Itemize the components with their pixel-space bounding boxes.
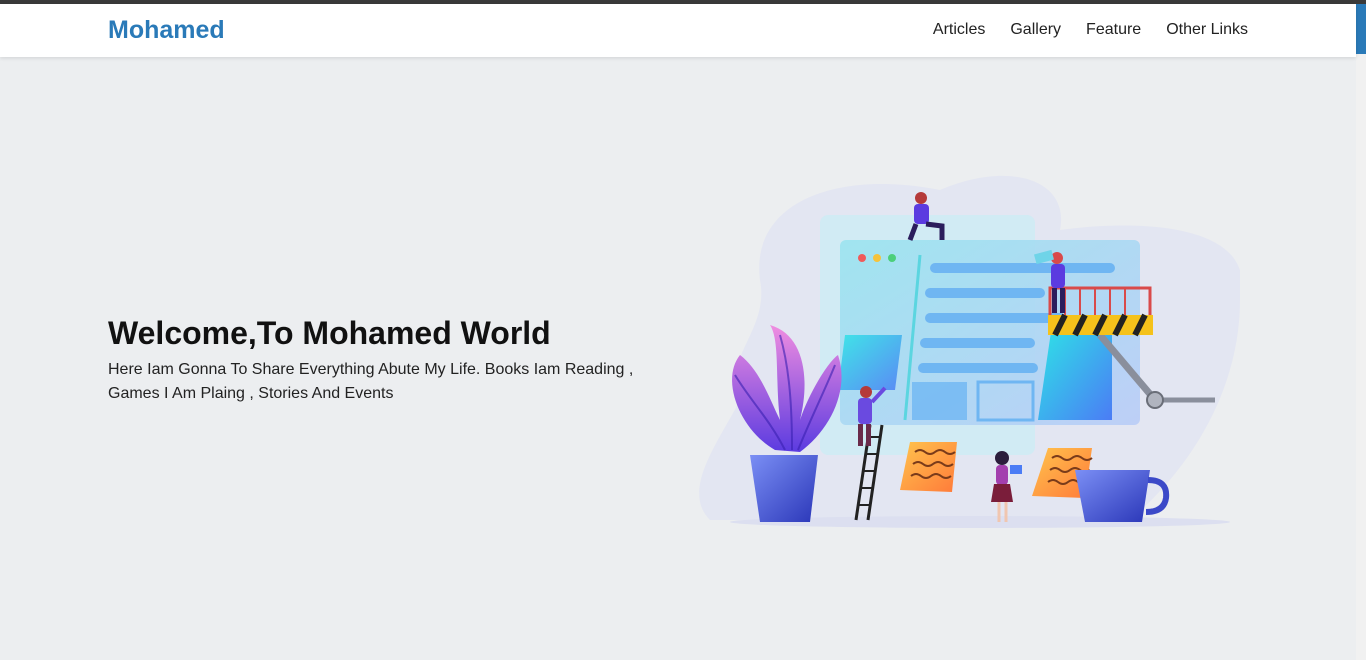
page-scrollbar[interactable] xyxy=(1356,4,1366,660)
hero-section: Welcome,To Mohamed World Here Iam Gonna … xyxy=(108,314,668,406)
nav-link-gallery[interactable]: Gallery xyxy=(1010,21,1061,38)
nav-item-feature: Feature xyxy=(1086,21,1141,39)
nav-menu: Articles Gallery Feature Other Links xyxy=(933,21,1248,39)
nav-link-articles[interactable]: Articles xyxy=(933,21,985,38)
navbar: Mohamed Articles Gallery Feature Other L… xyxy=(0,4,1356,57)
nav-item-articles: Articles xyxy=(933,21,985,39)
nav-link-feature[interactable]: Feature xyxy=(1086,21,1141,38)
hero-illustration xyxy=(680,160,1243,530)
nav-item-other-links: Other Links xyxy=(1166,21,1248,39)
logo-link[interactable]: Mohamed xyxy=(108,16,225,45)
hero-title: Welcome,To Mohamed World xyxy=(108,315,551,351)
hero-description: Here Iam Gonna To Share Everything Abute… xyxy=(108,361,634,402)
nav-item-gallery: Gallery xyxy=(1010,21,1061,39)
nav-link-other-links[interactable]: Other Links xyxy=(1166,21,1248,38)
scrollbar-thumb[interactable] xyxy=(1356,4,1366,54)
web-design-team-illustration-icon xyxy=(699,175,1243,528)
